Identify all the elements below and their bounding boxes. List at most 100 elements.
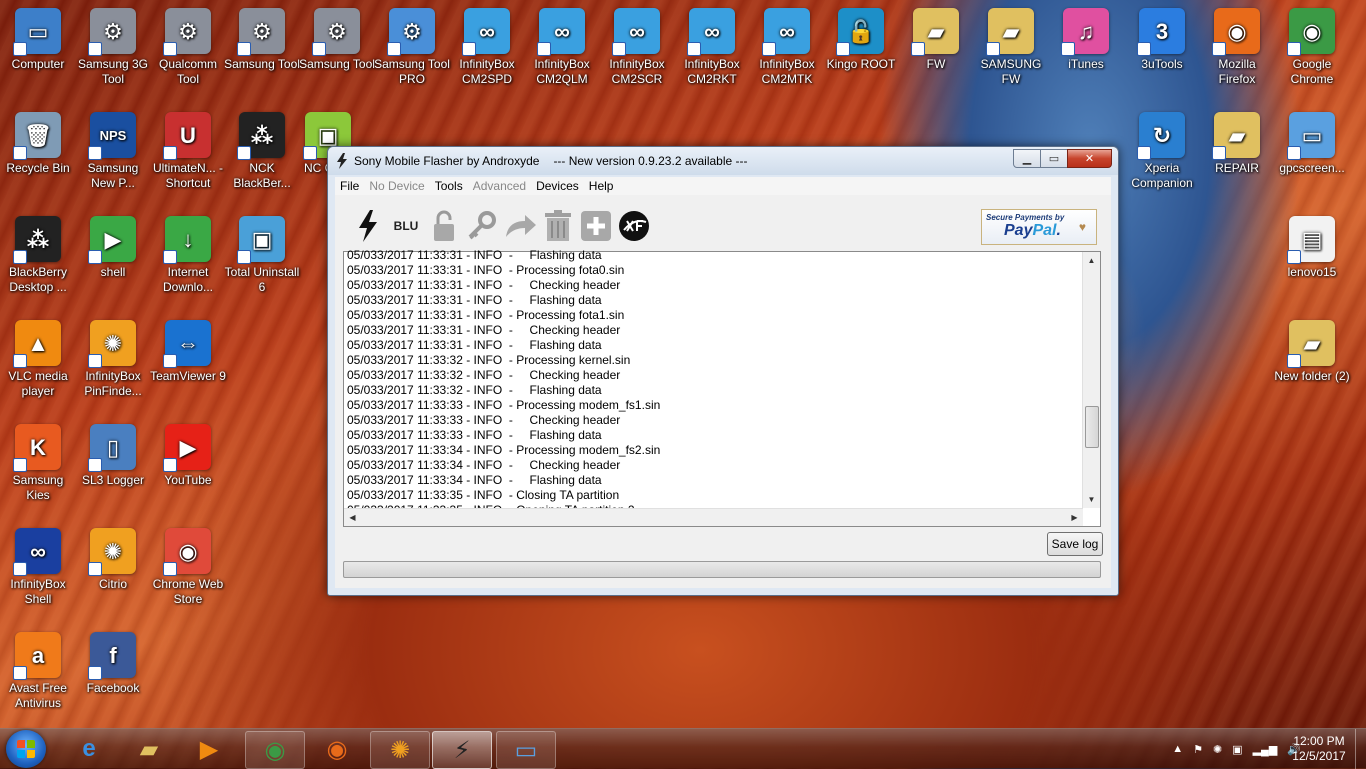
taskbar-google-chrome[interactable]: ◉	[245, 731, 305, 769]
desktop-icon-34[interactable]: ▰ New folder (2)	[1274, 314, 1350, 384]
desktop-icon-8[interactable]: ∞ InfinityBox CM2SCR	[599, 2, 675, 87]
show-desktop-button[interactable]	[1355, 729, 1366, 769]
desktop-icon-32[interactable]: ✺ InfinityBox PinFinde...	[75, 314, 151, 399]
google-chrome-icon: ◉	[264, 736, 286, 764]
redo-button[interactable]	[503, 209, 537, 243]
desktop-icon-24[interactable]: ▰ REPAIR	[1199, 106, 1275, 176]
scroll-left-arrow-icon[interactable]: ◀	[344, 509, 361, 526]
vertical-scroll-thumb[interactable]	[1085, 406, 1099, 448]
desktop-app-icon: ↻	[1137, 112, 1185, 160]
desktop-icon-42[interactable]: f Facebook	[75, 626, 151, 696]
start-button[interactable]	[6, 730, 46, 768]
taskbar-file-explorer[interactable]: ▰	[120, 731, 178, 767]
desktop-app-icon: ∞	[537, 8, 585, 56]
desktop-icon-19[interactable]: NPS Samsung New P...	[75, 106, 151, 191]
add-button[interactable]	[579, 209, 613, 243]
desktop-icon-20[interactable]: U UltimateN... - Shortcut	[150, 106, 226, 191]
desktop-app-icon: ↓	[163, 216, 211, 264]
lightning-icon	[337, 153, 347, 169]
menu-file[interactable]: File	[335, 179, 364, 193]
taskbar-citrio[interactable]: ✺	[370, 731, 430, 769]
scroll-up-arrow-icon[interactable]: ▲	[1083, 252, 1100, 269]
desktop-icon-5[interactable]: ⚙ Samsung Tool PRO	[374, 2, 450, 87]
key-button[interactable]	[465, 209, 499, 243]
taskbar-sony-mobile-flasher[interactable]: ⚡	[432, 731, 492, 769]
desktop-icon-4[interactable]: ⚙ Samsung Tool	[299, 2, 375, 72]
flasher-window[interactable]: Sony Mobile Flasher by Androxyde --- New …	[327, 146, 1119, 596]
desktop-icon-1[interactable]: ⚙ Samsung 3G Tool	[75, 2, 151, 87]
log-line: 05/033/2017 11:33:31 - INFO - Flashing d…	[347, 293, 602, 307]
taskbar-internet-explorer[interactable]: e	[60, 731, 118, 767]
vertical-scrollbar[interactable]: ▲ ▼	[1082, 252, 1100, 508]
unlock-button[interactable]	[427, 209, 461, 243]
network-signal-icon[interactable]: ▂▄▆	[1253, 743, 1278, 756]
desktop-app-icon: ▶	[163, 424, 211, 472]
desktop-icon-25[interactable]: ▭ gpcscreen...	[1274, 106, 1350, 176]
desktop-icon-35[interactable]: K Samsung Kies	[0, 418, 76, 503]
taskbar-clock[interactable]: 12:00 PM 12/5/2017	[1284, 734, 1354, 764]
desktop-icon-36[interactable]: ▯ SL3 Logger	[75, 418, 151, 488]
desktop-icon-27[interactable]: ▶ shell	[75, 210, 151, 280]
flash-button[interactable]	[351, 209, 385, 243]
desktop-app-icon: ▣	[237, 216, 285, 264]
blu-button[interactable]: BLU	[389, 209, 423, 243]
desktop-icon-28[interactable]: ↓ Internet Downlo...	[150, 210, 226, 295]
desktop-icon-17[interactable]: ◉ Google Chrome	[1274, 2, 1350, 87]
desktop-icon-13[interactable]: ▰ SAMSUNG FW	[973, 2, 1049, 87]
show-hidden-icons-icon[interactable]: ▲	[1172, 743, 1183, 755]
log-panel[interactable]: 05/033/2017 11:33:31 - INFO - Flashing d…	[343, 248, 1101, 527]
desktop-icon-12[interactable]: ▰ FW	[898, 2, 974, 72]
desktop-icon-3[interactable]: ⚙ Samsung Tool	[224, 2, 300, 72]
desktop-icon-11[interactable]: 🔓 Kingo ROOT	[823, 2, 899, 72]
menu-tools[interactable]: Tools	[430, 179, 468, 193]
paypal-donate-button[interactable]: Secure Payments by PayPal. ♥	[981, 209, 1097, 245]
desktop-icon-29[interactable]: ▣ Total Uninstall 6	[224, 210, 300, 295]
desktop-icon-7[interactable]: ∞ InfinityBox CM2QLM	[524, 2, 600, 87]
maximize-button[interactable]: ▭	[1040, 149, 1068, 168]
scroll-down-arrow-icon[interactable]: ▼	[1083, 491, 1100, 508]
desktop-icon-15[interactable]: 3 3uTools	[1124, 2, 1200, 72]
save-log-button[interactable]: Save log	[1047, 532, 1103, 556]
desktop-icon-26[interactable]: ⁂ BlackBerry Desktop ...	[0, 210, 76, 295]
device-tray-icon[interactable]: ▣	[1232, 743, 1242, 756]
xperia-firmware-button[interactable]	[617, 209, 651, 243]
desktop-icon-9[interactable]: ∞ InfinityBox CM2RKT	[674, 2, 750, 87]
log-line: 05/033/2017 11:33:34 - INFO - Checking h…	[347, 458, 621, 472]
desktop-icon-14[interactable]: ♫ iTunes	[1048, 2, 1124, 72]
desktop-icon-label: shell	[100, 265, 126, 279]
menu-help[interactable]: Help	[584, 179, 619, 193]
scroll-right-arrow-icon[interactable]: ▶	[1066, 509, 1083, 526]
desktop-app-icon: ▭	[13, 8, 61, 56]
desktop-icon-0[interactable]: ▭ Computer	[0, 2, 76, 72]
desktop-icon-38[interactable]: ∞ InfinityBox Shell	[0, 522, 76, 607]
desktop-icon-10[interactable]: ∞ InfinityBox CM2MTK	[749, 2, 825, 87]
desktop-icon-21[interactable]: ⁂ NCK BlackBer...	[224, 106, 300, 191]
close-button[interactable]: ✕	[1067, 149, 1112, 168]
citrio-tray-icon[interactable]: ✺	[1213, 743, 1222, 756]
menu-devices[interactable]: Devices	[531, 179, 584, 193]
desktop-icon-18[interactable]: 🗑 Recycle Bin	[0, 106, 76, 176]
desktop-icon-30[interactable]: ▤ lenovo15	[1274, 210, 1350, 280]
desktop-icon-6[interactable]: ∞ InfinityBox CM2SPD	[449, 2, 525, 87]
desktop-icon-2[interactable]: ⚙ Qualcomm Tool	[150, 2, 226, 87]
desktop-app-icon: ⁂	[13, 216, 61, 264]
desktop-icon-37[interactable]: ▶ YouTube	[150, 418, 226, 488]
desktop-icon-33[interactable]: ⇔ TeamViewer 9	[150, 314, 226, 384]
desktop-icon-40[interactable]: ◉ Chrome Web Store	[150, 522, 226, 607]
taskbar-gpc-screen[interactable]: ▭	[496, 731, 556, 769]
horizontal-scrollbar[interactable]: ◀ ▶	[344, 508, 1083, 526]
action-center-flag-icon[interactable]: ⚑	[1193, 743, 1203, 756]
minimize-button[interactable]: ▁	[1013, 149, 1041, 168]
key-icon	[468, 211, 496, 240]
desktop-icon-16[interactable]: ◉ Mozilla Firefox	[1199, 2, 1275, 87]
desktop-app-icon: ▰	[1212, 112, 1260, 160]
taskbar-mozilla-firefox[interactable]: ◉	[308, 731, 366, 767]
trash-button[interactable]	[541, 209, 575, 243]
desktop-icon-23[interactable]: ↻ Xperia Companion	[1124, 106, 1200, 191]
desktop-icon-41[interactable]: a Avast Free Antivirus	[0, 626, 76, 711]
desktop-icon-31[interactable]: ▲ VLC media player	[0, 314, 76, 399]
clock-time: 12:00 PM	[1293, 734, 1345, 748]
window-titlebar[interactable]: Sony Mobile Flasher by Androxyde --- New …	[328, 147, 1118, 175]
taskbar-media-player[interactable]: ▶	[180, 731, 238, 767]
desktop-icon-39[interactable]: ✺ Citrio	[75, 522, 151, 592]
